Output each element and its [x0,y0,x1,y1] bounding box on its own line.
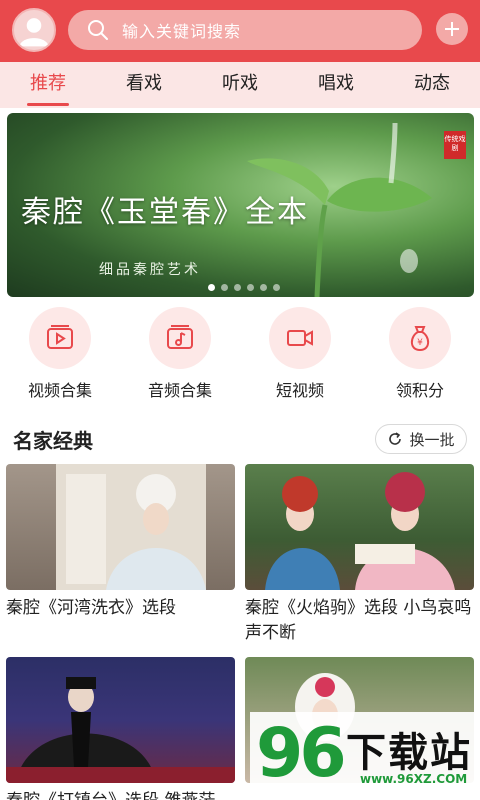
user-icon [19,18,49,47]
banner-subtitle: 细品秦腔艺术 [99,262,201,278]
carousel-dot[interactable] [234,284,241,291]
carousel-dot[interactable] [208,284,215,291]
audio-collection-button[interactable]: 音频合集 [120,303,240,401]
plus-icon [445,22,459,36]
audio-collection-label: 音频合集 [147,381,212,400]
add-button[interactable] [436,13,468,45]
search-placeholder: 输入关键词搜索 [122,22,242,41]
banner-carousel[interactable]: 秦腔《玉堂春》全本 细品秦腔艺术 传统戏剧 [7,113,474,297]
video-card[interactable]: 秦腔《河湾洗衣》选段 [6,464,235,621]
video-title: 秦腔《火焰驹》选段 小鸟哀鸣声不断 [245,598,472,643]
video-thumbnail[interactable] [6,464,235,590]
watermark-text: 下载站 [346,730,472,776]
video-title: 秦腔《打镇台》选段 雏燕茫 [6,789,235,800]
refresh-label: 换一批 [409,430,455,449]
carousel-indicator [208,284,280,291]
refresh-icon [389,432,402,445]
audio-collection-icon [149,307,211,369]
video-thumbnail[interactable] [245,464,474,590]
carousel-dot[interactable] [260,284,267,291]
search-icon [88,20,108,40]
video-collection-button[interactable]: 视频合集 [0,303,120,401]
tab-listen-opera[interactable]: 听戏 [192,62,288,108]
site-watermark: 96 下载站 www.96XZ.COM [250,712,480,800]
watermark-number: 96 [256,714,347,793]
top-bar: 输入关键词搜索 [0,0,480,62]
video-collection-icon [29,307,91,369]
search-input[interactable]: 输入关键词搜索 [68,10,422,50]
banner-title: 秦腔《玉堂春》全本 [21,195,309,230]
video-thumbnail[interactable] [6,657,235,783]
tab-sing-opera[interactable]: 唱戏 [288,62,384,108]
carousel-dot[interactable] [247,284,254,291]
tab-feed[interactable]: 动态 [384,62,480,108]
short-video-button[interactable]: 短视频 [240,303,360,401]
points-bag-icon: ¥ [389,307,451,369]
refresh-button[interactable]: 换一批 [375,424,467,454]
quick-actions: 视频合集 音频合集 短视频 ¥ 领积分 [0,303,480,401]
video-card[interactable]: 秦腔《打镇台》选段 雏燕茫 [6,657,235,800]
earn-points-label: 领积分 [395,381,444,400]
section-title: 名家经典 [13,429,93,453]
avatar[interactable] [12,8,56,52]
tab-watch-opera[interactable]: 看戏 [96,62,192,108]
carousel-dot[interactable] [273,284,280,291]
short-video-label: 短视频 [275,381,324,400]
watermark-url: www.96XZ.COM [360,772,468,786]
carousel-dot[interactable] [221,284,228,291]
svg-text:¥: ¥ [417,338,423,348]
tab-recommend[interactable]: 推荐 [0,62,96,108]
video-title: 秦腔《河湾洗衣》选段 [6,598,176,618]
banner-badge: 传统戏剧 [444,131,466,159]
earn-points-button[interactable]: ¥ 领积分 [360,303,480,401]
video-collection-label: 视频合集 [27,381,92,400]
video-card[interactable]: 秦腔《火焰驹》选段 小鸟哀鸣声不断 [245,464,474,646]
category-tabs: 推荐 看戏 听戏 唱戏 动态 [0,62,480,108]
short-video-icon [269,307,331,369]
